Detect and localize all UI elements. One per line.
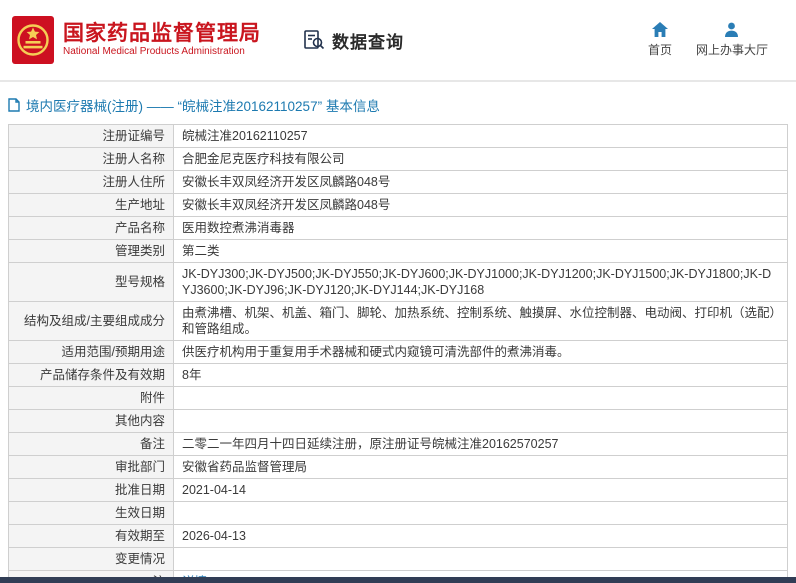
row-label: 审批部门 (8, 455, 174, 479)
row-value: JK-DYJ300;JK-DYJ500;JK-DYJ550;JK-DYJ600;… (173, 262, 788, 302)
table-row: 附件 (8, 386, 788, 410)
row-label: 其他内容 (8, 409, 174, 433)
breadcrumb-text: 境内医疗器械(注册) —— “皖械注准20162110257” 基本信息 (26, 99, 380, 114)
row-label: 产品储存条件及有效期 (8, 363, 174, 387)
table-row: 结构及组成/主要组成成分 由煮沸槽、机架、机盖、箱门、脚轮、加热系统、控制系统、… (8, 301, 788, 341)
row-value (173, 501, 788, 525)
row-label: 产品名称 (8, 216, 174, 240)
nmpa-emblem-logo (12, 16, 54, 64)
main-content: 境内医疗器械(注册) —— “皖械注准20162110257” 基本信息 注册证… (0, 95, 796, 583)
table-row: 其他内容 (8, 409, 788, 433)
row-label: 变更情况 (8, 547, 174, 571)
table-row: 备注 二零二一年四月十四日延续注册，原注册证号皖械注准20162570257 (8, 432, 788, 456)
info-table-body: 注册证编号 皖械注准20162110257 注册人名称 合肥金尼克医疗科技有限公… (8, 124, 788, 583)
table-row: 注册证编号 皖械注准20162110257 (8, 124, 788, 148)
table-row: 有效期至 2026-04-13 (8, 524, 788, 548)
table-row: 审批部门 安徽省药品监督管理局 (8, 455, 788, 479)
table-row: 生效日期 (8, 501, 788, 525)
breadcrumb: 境内医疗器械(注册) —— “皖械注准20162110257” 基本信息 (8, 95, 788, 115)
nav-item-label: 网上办事大厅 (695, 43, 768, 57)
row-label: 管理类别 (8, 239, 174, 263)
row-label: 适用范围/预期用途 (8, 340, 174, 364)
row-value: 安徽省药品监督管理局 (173, 455, 788, 479)
nav-item-home[interactable]: 首页 (648, 22, 672, 58)
agency-titles: 国家药品监督管理局 National Medical Products Admi… (63, 23, 261, 57)
row-value: 2021-04-14 (173, 478, 788, 502)
row-label: 生效日期 (8, 501, 174, 525)
table-row: 产品储存条件及有效期 8年 (8, 363, 788, 387)
row-label: 生产地址 (8, 193, 174, 217)
table-row: 适用范围/预期用途 供医疗机构用于重复用手术器械和硬式内窥镜可清洗部件的煮沸消毒… (8, 340, 788, 364)
header: 国家药品监督管理局 National Medical Products Admi… (0, 0, 796, 82)
row-label: 型号规格 (8, 262, 174, 302)
row-value: 8年 (173, 363, 788, 387)
top-nav: 首页 网上办事大厅 (648, 22, 768, 58)
data-query-title: 数据查询 (332, 32, 404, 52)
row-value: 合肥金尼克医疗科技有限公司 (173, 147, 788, 171)
footer-bar (0, 577, 796, 583)
row-value: 安徽长丰双凤经济开发区凤麟路048号 (173, 193, 788, 217)
data-query-section[interactable]: 数据查询 (303, 28, 404, 53)
row-value: 供医疗机构用于重复用手术器械和硬式内窥镜可清洗部件的煮沸消毒。 (173, 340, 788, 364)
row-value: 第二类 (173, 239, 788, 263)
table-row: 生产地址 安徽长丰双凤经济开发区凤麟路048号 (8, 193, 788, 217)
row-value: 医用数控煮沸消毒器 (173, 216, 788, 240)
document-icon (8, 98, 20, 112)
row-label: 注册人住所 (8, 170, 174, 194)
agency-logo-block: 国家药品监督管理局 National Medical Products Admi… (12, 16, 261, 64)
table-row: 型号规格 JK-DYJ300;JK-DYJ500;JK-DYJ550;JK-DY… (8, 262, 788, 302)
row-label: 附件 (8, 386, 174, 410)
row-label: 注册人名称 (8, 147, 174, 171)
agency-name-en: National Medical Products Administration (63, 46, 245, 57)
row-label: 批准日期 (8, 478, 174, 502)
row-value: 安徽长丰双凤经济开发区凤麟路048号 (173, 170, 788, 194)
row-value: 皖械注准20162110257 (173, 124, 788, 148)
nav-item-service-hall[interactable]: 网上办事大厅 (696, 22, 768, 58)
nav-item-label: 首页 (647, 43, 672, 57)
row-label: 注册证编号 (8, 124, 174, 148)
row-value: 由煮沸槽、机架、机盖、箱门、脚轮、加热系统、控制系统、触摸屏、水位控制器、电动阀… (173, 301, 788, 341)
row-value (173, 386, 788, 410)
row-value: 2026-04-13 (173, 524, 788, 548)
home-icon (651, 22, 668, 37)
table-row: 变更情况 (8, 547, 788, 571)
table-row: 注册人住所 安徽长丰双凤经济开发区凤麟路048号 (8, 170, 788, 194)
table-row: 批准日期 2021-04-14 (8, 478, 788, 502)
table-row: 产品名称 医用数控煮沸消毒器 (8, 216, 788, 240)
row-label: 备注 (8, 432, 174, 456)
data-query-icon (303, 29, 325, 51)
table-row: 注册人名称 合肥金尼克医疗科技有限公司 (8, 147, 788, 171)
row-label: 结构及组成/主要组成成分 (8, 301, 174, 341)
table-row: 管理类别 第二类 (8, 239, 788, 263)
row-value (173, 409, 788, 433)
row-label: 有效期至 (8, 524, 174, 548)
person-icon (724, 22, 739, 37)
agency-name-cn: 国家药品监督管理局 (63, 22, 261, 45)
info-table: 注册证编号 皖械注准20162110257 注册人名称 合肥金尼克医疗科技有限公… (8, 124, 788, 583)
row-value (173, 547, 788, 571)
row-value: 二零二一年四月十四日延续注册，原注册证号皖械注准20162570257 (173, 432, 788, 456)
